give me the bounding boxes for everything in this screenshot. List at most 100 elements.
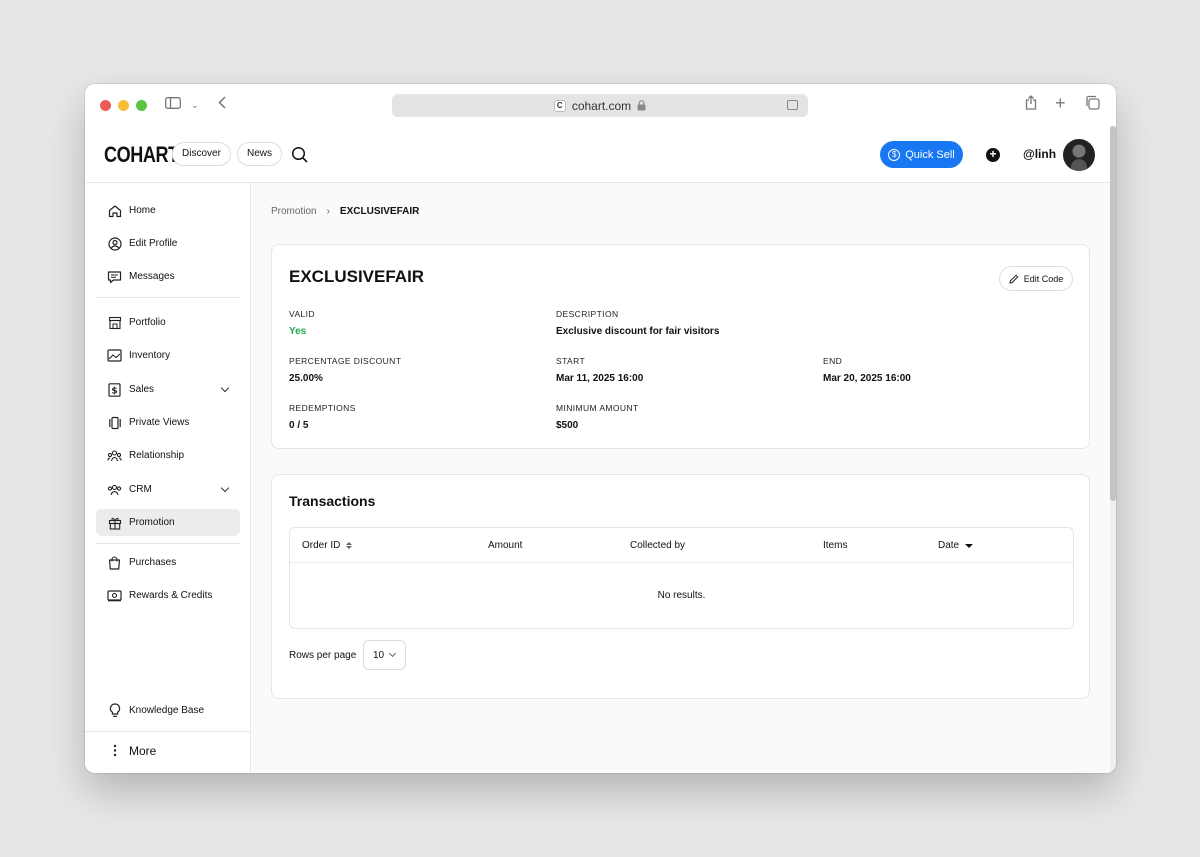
create-plus-icon[interactable]: + — [986, 148, 1000, 162]
sidebar-item-label: Promotion — [129, 517, 175, 528]
valid-value: Yes — [289, 326, 307, 337]
rows-per-page-value: 10 — [373, 649, 385, 661]
cards-icon — [107, 415, 122, 430]
column-label: Collected by — [630, 540, 686, 551]
breadcrumb: Promotion › EXCLUSIVEFAIR — [271, 206, 419, 217]
sidebar-item-label: Relationship — [129, 450, 185, 461]
sidebar-item-label: Purchases — [129, 557, 177, 568]
chevron-down-icon[interactable]: ⌄ — [191, 95, 199, 115]
search-icon[interactable] — [291, 146, 309, 164]
column-label: Amount — [488, 540, 523, 551]
transactions-card: Transactions Order ID Amount Collected b… — [271, 474, 1090, 699]
rows-per-page-label: Rows per page — [289, 650, 357, 661]
sidebar-item-portfolio[interactable]: Portfolio — [96, 309, 240, 336]
message-icon — [107, 269, 122, 284]
minimum-amount-value: $500 — [556, 420, 579, 431]
scrollbar-thumb[interactable] — [1110, 126, 1116, 501]
valid-label: VALID — [289, 309, 315, 319]
transactions-table: Order ID Amount Collected by Items Date — [289, 527, 1074, 629]
redemptions-label: REDEMPTIONS — [289, 403, 356, 413]
sidebar-item-sales[interactable]: $ Sales — [96, 376, 240, 403]
sidebar-item-label: Knowledge Base — [129, 705, 205, 716]
column-collected-by[interactable]: Collected by — [630, 540, 685, 551]
user-circle-icon — [107, 236, 122, 251]
sidebar-item-private-views[interactable]: Private Views — [96, 409, 240, 436]
reader-mode-icon[interactable] — [787, 100, 798, 110]
edit-code-button[interactable]: Edit Code — [999, 266, 1073, 291]
percentage-discount-label: PERCENTAGE DISCOUNT — [289, 356, 402, 366]
pencil-icon — [1009, 274, 1019, 284]
main-content: Promotion › EXCLUSIVEFAIR EXCLUSIVEFAIR … — [252, 183, 1110, 773]
sidebar-toggle-icon[interactable] — [165, 95, 181, 115]
sidebar-item-relationship[interactable]: Relationship — [96, 442, 240, 469]
username[interactable]: @linh — [1023, 147, 1056, 161]
tab-overview-icon[interactable] — [1085, 95, 1100, 116]
sidebar-divider — [85, 731, 251, 732]
sidebar-item-label: Edit Profile — [129, 238, 178, 249]
page-scrollbar[interactable] — [1110, 126, 1116, 773]
back-arrow-icon[interactable] — [218, 95, 226, 115]
minimum-amount-label: MINIMUM AMOUNT — [556, 403, 639, 413]
description-label: DESCRIPTION — [556, 309, 619, 319]
empty-state-text: No results. — [657, 590, 706, 601]
sidebar-item-label: Sales — [129, 384, 155, 395]
share-icon[interactable] — [1025, 95, 1037, 116]
sort-desc-icon[interactable] — [965, 543, 974, 548]
column-date[interactable]: Date — [938, 540, 974, 551]
chevron-down-icon[interactable] — [220, 483, 230, 493]
end-label: END — [823, 356, 843, 366]
sidebar-item-label: Inventory — [129, 350, 171, 361]
column-amount[interactable]: Amount — [488, 540, 522, 551]
image-icon — [107, 348, 122, 363]
description-value: Exclusive discount for fair visitors — [556, 326, 720, 337]
sidebar-item-purchases[interactable]: Purchases — [96, 549, 240, 576]
avatar[interactable] — [1063, 139, 1095, 171]
sidebar-item-messages[interactable]: Messages — [96, 263, 240, 290]
sidebar-item-rewards-credits[interactable]: Rewards & Credits — [96, 582, 240, 609]
percentage-discount-value: 25.00% — [289, 373, 323, 384]
group-icon — [107, 482, 122, 497]
close-window-button[interactable] — [100, 100, 111, 111]
ticket-icon — [107, 588, 122, 603]
rows-per-page-select[interactable]: 10 — [363, 640, 406, 670]
gift-icon — [107, 515, 122, 530]
new-tab-icon[interactable]: + — [1055, 93, 1066, 113]
chevron-down-icon — [389, 649, 397, 658]
breadcrumb-parent[interactable]: Promotion — [271, 206, 317, 217]
sidebar-item-more[interactable]: More — [96, 737, 240, 764]
sidebar-item-label: Home — [129, 205, 156, 216]
browser-window: ⌄ C cohart.com + COHART Discover News $ … — [85, 84, 1116, 773]
column-order-id[interactable]: Order ID — [302, 540, 353, 551]
zoom-window-button[interactable] — [136, 100, 147, 111]
redemptions-value: 0 / 5 — [289, 420, 309, 431]
minimize-window-button[interactable] — [118, 100, 129, 111]
site-favicon-icon: C — [553, 99, 566, 112]
sort-icon[interactable] — [346, 542, 353, 549]
transactions-title: Transactions — [289, 493, 376, 509]
bag-icon — [107, 555, 122, 570]
quick-sell-button[interactable]: $ Quick Sell — [880, 141, 963, 168]
column-label: Order ID — [302, 540, 341, 551]
sidebar-item-crm[interactable]: CRM — [96, 476, 240, 503]
sidebar-item-inventory[interactable]: Inventory — [96, 342, 240, 369]
sidebar-item-label: Messages — [129, 271, 175, 282]
column-label: Date — [938, 540, 960, 551]
breadcrumb-separator: › — [326, 206, 330, 217]
column-items[interactable]: Items — [823, 540, 847, 551]
sidebar-item-home[interactable]: Home — [96, 197, 240, 224]
address-bar[interactable]: C cohart.com — [392, 94, 808, 117]
quick-sell-label: Quick Sell — [905, 148, 955, 161]
promotion-details-card: EXCLUSIVEFAIR Edit Code VALID Yes DESCRI… — [271, 244, 1090, 449]
lock-icon — [637, 100, 646, 111]
nav-discover[interactable]: Discover — [172, 142, 231, 166]
nav-news[interactable]: News — [237, 142, 283, 166]
chevron-down-icon[interactable] — [220, 383, 230, 393]
sidebar-item-edit-profile[interactable]: Edit Profile — [96, 230, 240, 257]
dollar-icon: $ — [107, 382, 122, 397]
storefront-icon — [107, 315, 122, 330]
people-icon — [107, 448, 122, 463]
sidebar-item-knowledge-base[interactable]: Knowledge Base — [96, 697, 240, 724]
page-title: EXCLUSIVEFAIR — [289, 267, 425, 286]
cohart-logo[interactable]: COHART — [104, 142, 179, 168]
sidebar-item-promotion[interactable]: Promotion — [96, 509, 240, 536]
